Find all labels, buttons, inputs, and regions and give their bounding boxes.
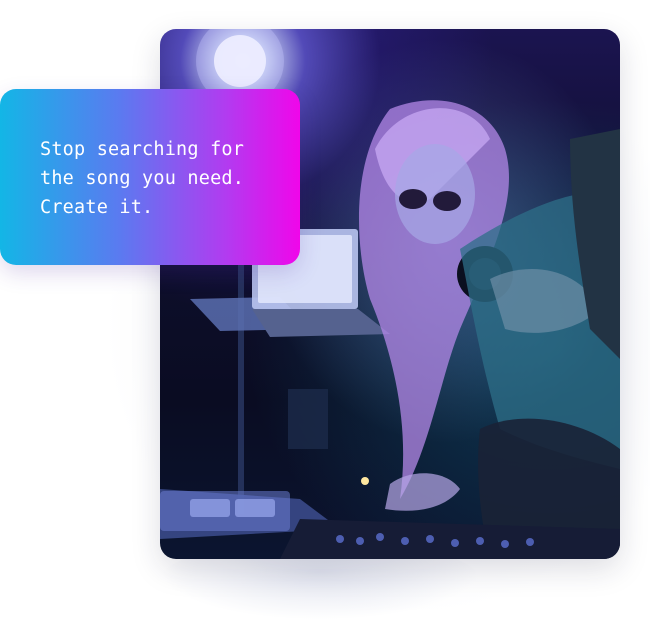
tagline-text: Stop searching for the song you need. Cr… [40, 135, 280, 222]
tagline-callout: Stop searching for the song you need. Cr… [0, 89, 300, 265]
hero-visual: Stop searching for the song you need. Cr… [0, 0, 669, 628]
tagline-line-2: the song you need. [40, 168, 245, 189]
tagline-line-3: Create it. [40, 197, 154, 218]
tagline-line-1: Stop searching for [40, 139, 245, 160]
